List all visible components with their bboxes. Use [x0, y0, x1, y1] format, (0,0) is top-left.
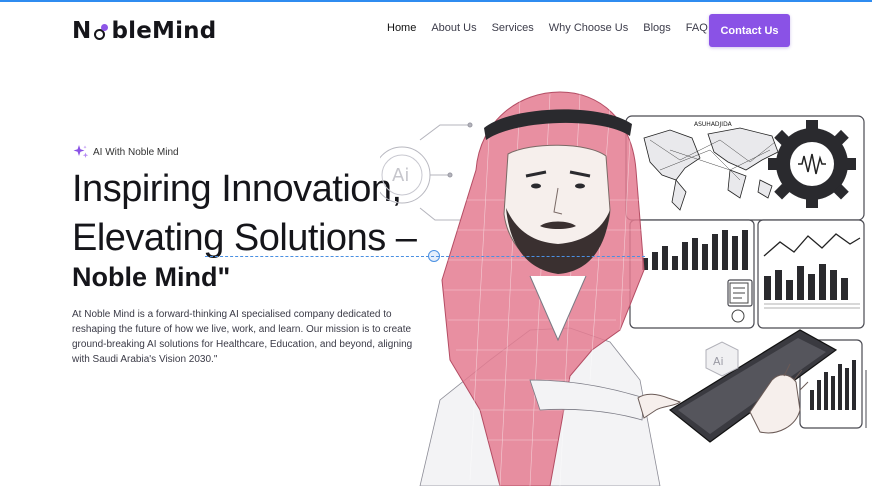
logo[interactable]: N ble Mind: [72, 16, 216, 46]
sparkle-icon: [73, 145, 89, 158]
hero-heading-line3: Noble Mind": [72, 262, 231, 292]
ai-hex-icon: Ai: [705, 341, 739, 377]
hero-heading-line1: Inspiring Innovation,: [72, 168, 402, 210]
hero-heading-line2: Elevating Solutions –: [72, 217, 417, 259]
world-map-label: ASUHADJIDA: [694, 121, 733, 128]
nav-about-us[interactable]: About Us: [431, 22, 476, 34]
logo-text-mind: Mind: [152, 18, 217, 44]
selection-handle-icon: [428, 250, 440, 262]
hero-badge: AI With Noble Mind: [73, 144, 179, 160]
nav-why-choose-us[interactable]: Why Choose Us: [549, 22, 628, 34]
ai-ring-label: Ai: [392, 165, 409, 186]
gear-icon: [768, 120, 856, 208]
nav-services[interactable]: Services: [492, 22, 534, 34]
logo-o-icon: [92, 24, 110, 42]
nav-home[interactable]: Home: [387, 22, 416, 34]
hero-badge-text: AI With Noble Mind: [93, 146, 179, 158]
svg-text:Ai: Ai: [713, 355, 724, 368]
selection-guide-line: [205, 256, 645, 257]
main-nav: Home About Us Services Why Choose Us Blo…: [387, 22, 723, 34]
hero-illustration: Ai ASUHADJIDA Ai: [380, 91, 867, 486]
site-header: N ble Mind Home About Us Services Why Ch…: [0, 2, 872, 58]
hero-description: At Noble Mind is a forward-thinking AI s…: [72, 309, 413, 365]
contact-us-button[interactable]: Contact Us: [709, 14, 790, 47]
nav-blogs[interactable]: Blogs: [643, 22, 671, 34]
nav-faq[interactable]: FAQ: [686, 22, 708, 34]
logo-text-ble: ble: [111, 18, 152, 44]
logo-letter-n: N: [72, 18, 92, 44]
